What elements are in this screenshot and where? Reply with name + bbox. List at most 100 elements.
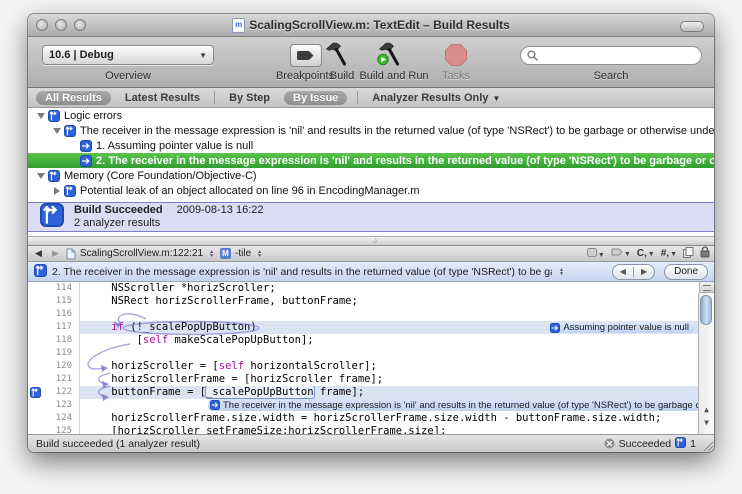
overview-popup[interactable]: 10.6 | Debug ▼ [42, 45, 214, 65]
lock-button[interactable] [700, 246, 710, 261]
scroll-down-icon[interactable]: ▼ [699, 416, 714, 429]
result-row-label: 2. The receiver in the message expressio… [96, 155, 714, 167]
title-bar[interactable]: m ScalingScrollView.m: TextEdit – Build … [28, 14, 714, 37]
updown-stepper-icon[interactable]: ▲▼ [257, 250, 262, 258]
tasks-button[interactable] [444, 43, 468, 70]
code-line[interactable]: 118 [self makeScalePopUpButton]; [28, 334, 699, 347]
code-line-text[interactable]: horizScroller = [self horizontalScroller… [80, 360, 699, 373]
filter-latest-results[interactable]: Latest Results [121, 92, 204, 104]
status-message: Build succeeded (1 analyzer result) [36, 438, 200, 450]
code-line[interactable]: 119 [28, 347, 699, 360]
result-row[interactable]: The receiver in the message expression i… [28, 123, 714, 138]
code-line-text[interactable]: [self makeScalePopUpButton]; [80, 334, 699, 347]
code-line-text[interactable]: The receiver in the message expression i… [80, 399, 699, 412]
counterpart-menu-button[interactable]: C,▼ [637, 248, 655, 259]
search-field[interactable] [520, 46, 702, 65]
disclosure-triangle-icon[interactable] [36, 113, 46, 119]
banner-subtitle: 2 analyzer results [74, 217, 264, 230]
build-succeeded-banner[interactable]: Build Succeeded 2009-08-13 16:22 2 analy… [28, 202, 714, 232]
toolbar-toggle-button[interactable] [680, 21, 704, 32]
result-row[interactable]: Memory (Core Foundation/Objective-C) [28, 168, 714, 183]
line-number-gutter[interactable]: 125 [28, 425, 80, 434]
result-row[interactable]: Potential leak of an object allocated on… [28, 183, 714, 198]
result-row[interactable]: 1. Assuming pointer value is null [28, 138, 714, 153]
line-number-gutter[interactable]: 119 [28, 347, 80, 360]
analyzer-result-annotation[interactable]: The receiver in the message expression i… [208, 399, 699, 411]
lock-icon [700, 246, 710, 258]
succeeded-label[interactable]: Succeeded [619, 438, 672, 450]
history-back-button[interactable]: ◀ [32, 248, 45, 259]
analyzer-step-annotation[interactable]: Assuming pointer value is null [548, 322, 695, 333]
updown-stepper-icon[interactable]: ▲▼ [209, 250, 214, 258]
code-line-text[interactable]: if (!_scalePopUpButton)Assuming pointer … [80, 321, 699, 334]
line-number-gutter[interactable]: 121 [28, 373, 80, 386]
done-button[interactable]: Done [664, 264, 708, 280]
window-title: m ScalingScrollView.m: TextEdit – Build … [232, 18, 510, 33]
filter-by-step[interactable]: By Step [225, 92, 274, 104]
code-line-text[interactable] [80, 347, 699, 360]
code-line[interactable]: 123 The receiver in the message expressio… [28, 399, 699, 412]
vertical-scrollbar[interactable]: ▲ ▼ [698, 293, 714, 434]
disclosure-triangle-icon[interactable] [36, 173, 46, 179]
filter-analyzer-results-only[interactable]: Analyzer Results Only▼ [368, 92, 504, 104]
minimize-window-icon[interactable] [55, 19, 67, 31]
code-editor[interactable]: 114 NSScroller *horizScroller;115 NSRect… [28, 282, 714, 434]
result-row[interactable]: Logic errors [28, 108, 714, 123]
line-number-gutter[interactable]: 117 [28, 321, 80, 334]
line-number-gutter[interactable]: 120 [28, 360, 80, 373]
code-line[interactable]: 120 horizScroller = [self horizontalScro… [28, 360, 699, 373]
code-line-text[interactable]: horizScrollerFrame = [horizScroller fram… [80, 373, 699, 386]
code-line-text[interactable]: horizScrollerFrame.size.width = horizScr… [80, 412, 699, 425]
disclosure-triangle-icon[interactable] [52, 187, 62, 195]
code-line-text[interactable]: NSScroller *horizScroller; [80, 282, 699, 295]
line-number-gutter[interactable]: 114 [28, 282, 80, 295]
line-number-gutter[interactable]: 122 [28, 386, 80, 399]
build-and-run-button[interactable] [374, 41, 402, 71]
code-line[interactable]: 115 NSRect horizScrollerFrame, buttonFra… [28, 295, 699, 308]
history-forward-button[interactable]: ▶ [49, 248, 62, 259]
code-line-text[interactable]: [horizScroller setFrameSize:horizScrolle… [80, 425, 699, 434]
code-line[interactable]: 116 [28, 308, 699, 321]
bookmarks-menu-button[interactable]: ▼ [587, 248, 605, 260]
file-popup[interactable]: ScalingScrollView.m:122:21 [80, 248, 203, 259]
line-number-gutter[interactable]: 116 [28, 308, 80, 321]
code-line-text[interactable] [80, 308, 699, 321]
split-editor-button[interactable] [699, 282, 714, 293]
method-popup[interactable]: -tile [235, 248, 251, 259]
breakpoints-button[interactable] [290, 44, 322, 67]
bookmark-icon [587, 248, 597, 257]
window-controls [36, 19, 86, 31]
previous-issue-button[interactable]: ◀ [613, 267, 633, 276]
line-number-gutter[interactable]: 123 [28, 399, 80, 412]
code-line-text[interactable]: buttonFrame = [_scalePopUpButton frame]; [80, 386, 699, 399]
result-row[interactable]: 2. The receiver in the message expressio… [28, 153, 714, 168]
code-line[interactable]: 125 [horizScroller setFrameSize:horizScr… [28, 425, 699, 434]
disclosure-triangle-icon[interactable] [52, 128, 62, 134]
filter-by-issue[interactable]: By Issue [284, 91, 347, 105]
zoom-window-icon[interactable] [74, 19, 86, 31]
close-window-icon[interactable] [36, 19, 48, 31]
resize-grip[interactable] [701, 439, 714, 452]
filter-all-results[interactable]: All Results [36, 91, 111, 105]
build-button[interactable] [323, 41, 349, 70]
scroll-up-icon[interactable]: ▲ [699, 403, 714, 416]
next-issue-button[interactable]: ▶ [634, 267, 654, 276]
scrollbar-thumb[interactable] [700, 295, 712, 325]
line-menu-button[interactable]: #,▼ [661, 248, 677, 259]
analyzer-icon [675, 437, 686, 448]
line-number-gutter[interactable]: 118 [28, 334, 80, 347]
code-line[interactable]: 121 horizScrollerFrame = [horizScroller … [28, 373, 699, 386]
code-line-text[interactable]: NSRect horizScrollerFrame, buttonFrame; [80, 295, 699, 308]
code-line[interactable]: 122 buttonFrame = [_scalePopUpButton fra… [28, 386, 699, 399]
pane-splitter[interactable] [28, 236, 714, 246]
code-line[interactable]: 114 NSScroller *horizScroller; [28, 282, 699, 295]
line-number-gutter[interactable]: 115 [28, 295, 80, 308]
line-number-gutter[interactable]: 124 [28, 412, 80, 425]
analyzer-count[interactable]: 1 [690, 438, 696, 450]
code-line[interactable]: 117 if (!_scalePopUpButton)Assuming poin… [28, 321, 699, 334]
markers-menu-button[interactable]: ▼ [611, 248, 631, 259]
duplicate-file-button[interactable] [683, 247, 694, 261]
code-line[interactable]: 124 horizScrollerFrame.size.width = hori… [28, 412, 699, 425]
updown-stepper-icon[interactable]: ▲▼ [559, 268, 564, 276]
search-label: Search [594, 70, 629, 82]
